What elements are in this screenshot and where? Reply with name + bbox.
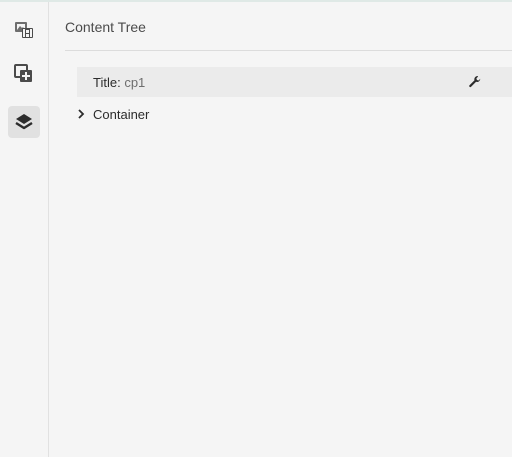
assets-icon [14, 20, 34, 40]
side-rail [0, 2, 49, 457]
tree-node-container-label: Container [93, 106, 150, 122]
title-value: cp1 [124, 75, 146, 90]
wrench-icon[interactable] [468, 75, 482, 89]
tree-node-root[interactable]: Title: cp1 [77, 67, 512, 97]
chevron-right-icon[interactable] [75, 108, 87, 120]
tree-node-root-label: Title: cp1 [93, 75, 145, 91]
components-icon [14, 64, 34, 84]
title-key: Title: [93, 75, 121, 90]
app-window: Content Tree Title: cp1 Container [0, 0, 512, 457]
rail-button-content-tree[interactable] [8, 106, 40, 138]
content-tree-icon [14, 112, 34, 132]
content-tree-panel: Content Tree Title: cp1 Container [49, 2, 512, 457]
rail-button-assets[interactable] [8, 14, 40, 46]
panel-title: Content Tree [65, 19, 146, 35]
rail-button-components[interactable] [8, 58, 40, 90]
panel-divider [65, 50, 512, 51]
tree-node-container[interactable]: Container [75, 104, 149, 124]
